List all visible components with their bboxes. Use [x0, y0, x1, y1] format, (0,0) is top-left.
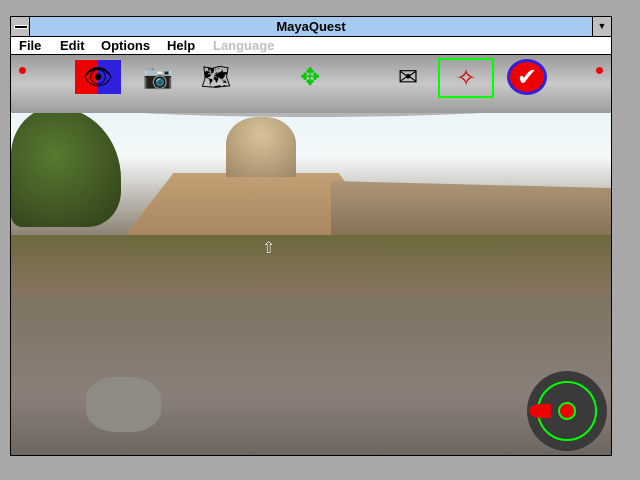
red-light-icon: [596, 67, 603, 74]
forward-arrow-cursor-icon: ⇧: [262, 240, 276, 257]
camera-icon: 📷: [143, 63, 173, 91]
compass-button[interactable]: ✧: [438, 58, 494, 98]
map-icon: 🗺: [200, 63, 232, 91]
trees: [11, 107, 121, 227]
menu-language: Language: [213, 38, 275, 53]
menu-file[interactable]: File: [19, 38, 41, 53]
ruins-scene-view[interactable]: [11, 97, 611, 455]
checklist-button[interactable]: ✔: [507, 59, 547, 95]
rock: [86, 377, 161, 432]
left-arrow-icon[interactable]: [529, 404, 551, 418]
observatory-tower: [226, 117, 296, 177]
compass-icon: ✧: [455, 64, 477, 92]
look-help-button[interactable]: 👁: [75, 60, 121, 94]
menu-help[interactable]: Help: [167, 38, 195, 53]
title-bar: MayaQuest ▼: [11, 17, 611, 37]
checkmark-icon: ✔: [516, 63, 538, 91]
mail-icon: ✉: [397, 63, 419, 91]
camera-button[interactable]: 📷: [139, 60, 177, 94]
menu-bar: File Edit Options Help Language: [11, 37, 611, 55]
look-help-icon: 👁: [82, 63, 114, 91]
mail-button[interactable]: ✉: [389, 60, 427, 94]
menu-options[interactable]: Options: [101, 38, 150, 53]
red-light-icon: [19, 67, 26, 74]
app-window: MayaQuest ▼ File Edit Options Help Langu…: [10, 16, 612, 456]
toolbar: 👁 📷 🗺 ✥ ✉ ✧ ✔: [11, 55, 611, 113]
menu-edit[interactable]: Edit: [60, 38, 85, 53]
ruins-wall: [331, 181, 611, 237]
navigation-compass[interactable]: [527, 371, 607, 451]
window-title: MayaQuest: [276, 19, 346, 34]
navigation-arrows-icon: ✥: [299, 63, 321, 91]
map-button[interactable]: 🗺: [197, 60, 235, 94]
compass-center-icon: [558, 402, 576, 420]
minimize-button[interactable]: ▼: [592, 17, 611, 36]
navigation-button[interactable]: ✥: [291, 60, 329, 94]
